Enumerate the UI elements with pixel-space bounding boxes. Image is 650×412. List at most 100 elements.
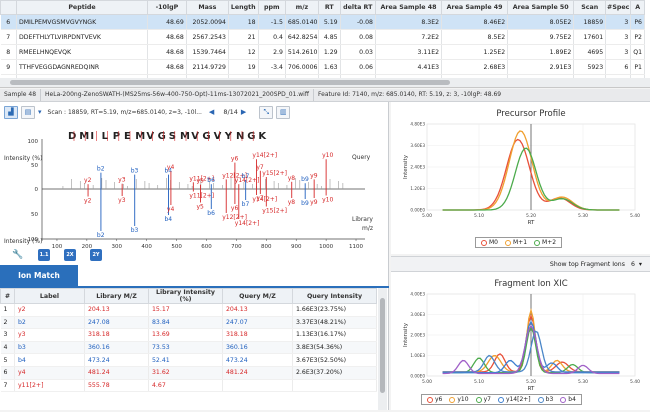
column-header[interactable]: Area Sample 48 <box>374 0 443 15</box>
table-cell: 4 <box>0 341 15 355</box>
query-peak-label: y6 <box>231 156 239 163</box>
scrollbar-thumb[interactable] <box>10 80 450 85</box>
scan-dropdown-icon[interactable]: ▾ <box>38 108 42 116</box>
scan-info[interactable]: Scan : 18859, RT=5.19, m/z=685.0140, z=3… <box>48 109 202 116</box>
query-label: Query <box>352 154 371 161</box>
sequence-residue: G <box>158 131 166 142</box>
x-tick-label: 5.30 <box>578 213 588 219</box>
chevron-down-icon[interactable]: ▾ <box>639 261 642 268</box>
legend-item[interactable]: M+1 <box>505 239 527 246</box>
column-header[interactable]: delta RT <box>339 0 376 15</box>
column-header[interactable]: Scan <box>573 0 607 15</box>
table-cell: 204.13 <box>84 303 149 317</box>
column-header[interactable]: -10lgP <box>147 0 187 15</box>
column-header[interactable]: Query M/Z <box>222 288 293 304</box>
table-cell: DDEFTHLYTLVIRPDNTVEVK <box>16 29 149 45</box>
scrollbar-thumb[interactable] <box>380 298 385 393</box>
table-cell: 18 <box>228 14 259 30</box>
library-peak-label: b3 <box>131 227 139 234</box>
wrench-icon[interactable]: 🔧 <box>12 249 24 261</box>
legend-item[interactable]: y7 <box>475 396 491 403</box>
sequence-residue: Y <box>224 131 233 142</box>
table-cell: 3.67E3(52.50%) <box>292 353 377 367</box>
table-cell: -3.4 <box>258 59 286 75</box>
scale-2y-button[interactable]: 2Y <box>90 249 102 261</box>
bar-chart-icon[interactable]: ▥ <box>276 105 291 119</box>
peptide-row[interactable]: 9 TTHFVEGGDAGNREDQINR 48.68 2114.9729 19 -3.4… <box>0 59 645 75</box>
column-header[interactable]: Length <box>227 0 259 15</box>
column-header[interactable]: # <box>0 288 15 304</box>
ion-row[interactable]: 1 y2 204.13 15.17 204.13 1.66E3(23.75%) <box>0 303 377 317</box>
table-cell: 2114.9729 <box>186 59 229 75</box>
next-arrow-icon[interactable]: ▶ <box>241 108 246 116</box>
table-cell: 1.13E3(16.17%) <box>292 328 377 342</box>
table-cell: 52.41 <box>148 353 223 367</box>
y-tick-label: 1.20E3 <box>410 186 425 191</box>
scale-2x-button[interactable]: 2X <box>64 249 76 261</box>
legend-item[interactable]: y10 <box>449 396 469 403</box>
column-header[interactable]: RT <box>317 0 341 15</box>
horizontal-scrollbar[interactable] <box>0 78 650 87</box>
column-header[interactable]: Library Intensity (%) <box>148 288 223 304</box>
table-cell: 48.69 <box>147 14 187 30</box>
ion-row[interactable]: 2 b2 247.08 83.84 247.07 3.37E3(48.21%) <box>0 316 377 330</box>
table-cell: 0.08 <box>340 29 376 45</box>
fragment-ion-count: 6 <box>630 260 635 268</box>
legend-item[interactable]: M0 <box>481 239 498 246</box>
column-header[interactable]: #Spec <box>605 0 632 15</box>
table-cell: DMILPEMVGSMVGVYNGK <box>16 14 149 30</box>
legend-item[interactable]: M+2 <box>534 239 556 246</box>
column-header[interactable]: Peptide <box>15 0 149 15</box>
column-header[interactable]: Library M/Z <box>84 288 149 304</box>
y-axis-label: Intensity <box>403 154 409 179</box>
fragment-ion-control: Show top Fragment Ions 6 ▾ <box>391 256 650 272</box>
ion-row[interactable]: 6 y4 481.24 31.62 481.24 2.6E3(37.20%) <box>0 366 377 380</box>
table-cell: 6 <box>0 366 15 380</box>
column-header[interactable]: Label <box>14 288 85 304</box>
x-axis-label: RT <box>528 220 535 226</box>
legend-label: y6 <box>435 396 443 403</box>
column-header[interactable]: A <box>630 0 645 15</box>
peptide-row[interactable]: 6 DMILPEMVGSMVGVYNGK 48.69 2052.0094 18 -1.5 6… <box>0 14 645 30</box>
table-view-icon[interactable]: ▤ <box>21 105 35 119</box>
column-header[interactable]: Query Intensity <box>292 288 377 304</box>
zoom-out-icon[interactable]: ⤡ <box>259 105 274 119</box>
ion-row[interactable]: 7 y11[2+] 555.78 4.67 <box>0 379 377 393</box>
table-cell: P1 <box>630 59 645 75</box>
table-cell: 3 <box>0 328 15 342</box>
table-cell: 3.11E2 <box>375 44 443 60</box>
query-peak-label: b6 <box>207 177 215 184</box>
y-axis-label: Intensity <box>403 322 409 347</box>
column-header[interactable]: m/z <box>284 0 319 15</box>
ion-row[interactable]: 4 b3 360.16 73.53 360.16 3.8E3(54.36%) <box>0 341 377 355</box>
table-cell: 0.4 <box>258 29 286 45</box>
column-header[interactable]: ppm <box>257 0 286 15</box>
table-cell: 706.0006 <box>285 59 319 75</box>
ion-row[interactable]: 5 b4 473.24 52.41 473.24 3.67E3(52.50%) <box>0 353 377 367</box>
column-header[interactable]: Mass <box>185 0 229 15</box>
feature-info: Feature Id: 7140, m/z: 685.0140, RT: 5.1… <box>318 91 502 98</box>
peptide-row[interactable]: 7 DDEFTHLYTLVIRPDNTVEVK 48.68 2567.2543 21 0.… <box>0 29 645 45</box>
column-header[interactable] <box>0 0 17 15</box>
chart-title: Fragment Ion XIC <box>494 279 567 289</box>
x-tick-label: 900 <box>291 244 302 248</box>
ion-match-tab[interactable]: Ion Match <box>0 265 78 286</box>
peptide-row[interactable]: 8 RMEELHNQEVQK 48.68 1539.7464 12 2.9 514.2610… <box>0 44 645 60</box>
table-cell: 481.24 <box>84 366 149 380</box>
x-tick-label: 5.00 <box>422 379 432 385</box>
legend-item[interactable]: y6 <box>427 396 442 403</box>
scale-1x-button[interactable]: 1.1 <box>38 249 50 261</box>
spectrum-view-icon[interactable]: ▟ <box>4 105 18 119</box>
prev-arrow-icon[interactable]: ◀ <box>209 108 214 116</box>
column-header[interactable]: Area Sample 50 <box>507 0 575 15</box>
precursor-profile-chart: Precursor Profile 5.00 5.10 5.20 5.30 5.40 4.8… <box>403 109 640 226</box>
table-cell: 2 <box>0 316 15 330</box>
column-header[interactable]: Area Sample 49 <box>441 0 509 15</box>
legend-item[interactable]: y14[2+] <box>497 396 531 403</box>
table-cell: 8.05E2 <box>507 14 575 30</box>
legend-item[interactable]: b4 <box>560 396 576 403</box>
vertical-scrollbar[interactable] <box>378 288 387 410</box>
ion-row[interactable]: 3 y3 318.18 13.69 318.18 1.13E3(16.17%) <box>0 328 377 342</box>
legend-item[interactable]: b3 <box>537 396 553 403</box>
fragment-ion-select[interactable]: 6 ▾ <box>631 261 642 268</box>
